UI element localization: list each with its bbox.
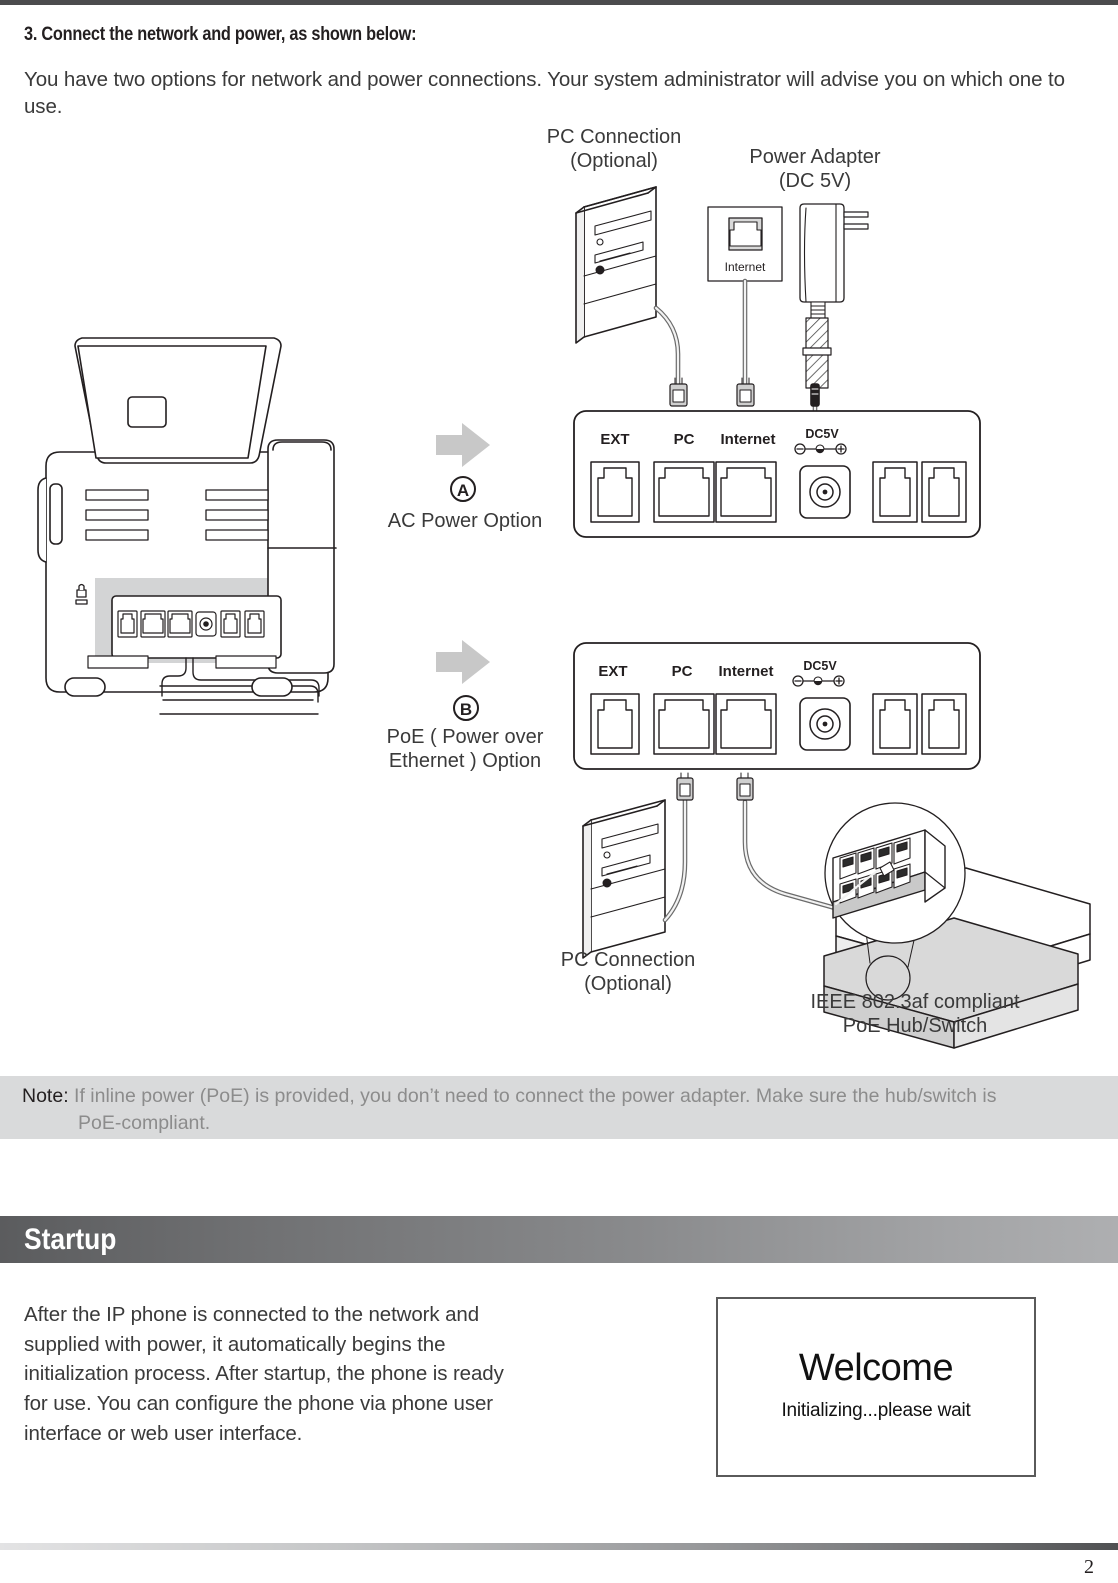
label-line-2: (DC 5V) [778, 170, 852, 193]
ip-phone-rear-illustration [37, 337, 337, 715]
note-text-line-1: If inline power (PoE) is provided, you d… [74, 1085, 997, 1107]
label-line-2: PoE Hub/Switch [842, 1015, 988, 1038]
phone-lcd-screenshot: Welcome Initializing...please wait [716, 1297, 1036, 1477]
rj-plug-internet-bottom [736, 772, 754, 801]
svg-text:PC: PC [672, 663, 693, 680]
lcd-welcome-text: Welcome [798, 1347, 954, 1389]
svg-text:Internet: Internet [720, 431, 775, 448]
label-pc-connection-bottom: PC Connection (Optional) [528, 948, 728, 997]
label-poe-option: PoE ( Power over Ethernet ) Option [355, 725, 575, 774]
label-ac-power-option: AC Power Option [365, 509, 565, 533]
label-line-1: Power Adapter [749, 146, 881, 168]
top-rule [0, 0, 1118, 5]
option-b-arrow [436, 640, 490, 684]
svg-text:A: A [457, 481, 469, 500]
svg-text:EXT: EXT [600, 431, 629, 448]
label-line-1: PoE ( Power over [386, 726, 544, 748]
label-line-2: (Optional) [570, 150, 658, 173]
intro-paragraph: You have two options for network and pow… [24, 68, 1065, 119]
section-title-startup: Startup [24, 1223, 117, 1256]
svg-text:Internet: Internet [725, 260, 766, 274]
port-panel-ac-option: EXT PC Internet DC5V [573, 410, 981, 538]
svg-text:DC5V: DC5V [805, 427, 839, 441]
note-text-line-2: PoE-compliant. [78, 1111, 211, 1134]
option-a-arrow [436, 423, 490, 467]
note-block: Note: If inline power (PoE) is provided,… [22, 1083, 1097, 1137]
footer-rule [0, 1543, 1118, 1550]
svg-text:EXT: EXT [598, 663, 627, 680]
label-line-1: PC Connection [560, 949, 696, 971]
pc-cable-bottom [662, 797, 688, 923]
section-bar-startup [0, 1216, 1118, 1263]
rj-plug-pc-bottom [676, 772, 694, 801]
note-label: Note: [22, 1085, 69, 1107]
label-line-1: PC Connection [546, 126, 682, 148]
startup-paragraph: After the IP phone is connected to the n… [24, 1303, 504, 1445]
connection-diagram: A B Internet EXT PC Internet DC5V EXT PC… [0, 118, 1118, 1068]
connection-diagram-svg: A B Internet EXT PC Internet DC5V EXT PC… [37, 186, 1091, 1049]
label-line-1: AC Power Option [387, 510, 543, 532]
label-poe-hub-switch: IEEE 802.3af compliant PoE Hub/Switch [800, 990, 1030, 1039]
label-line-1: IEEE 802.3af compliant [810, 991, 1020, 1013]
port-panel-poe-option: EXT PC Internet DC5V [573, 642, 981, 770]
svg-text:Internet: Internet [718, 663, 773, 680]
internet-wall-jack: Internet [707, 206, 783, 282]
label-line-2: (Optional) [584, 973, 672, 996]
svg-text:DC5V: DC5V [803, 659, 837, 673]
label-line-2: Ethernet ) Option [388, 750, 542, 773]
svg-text:B: B [460, 700, 472, 719]
page-number: 2 [1084, 1556, 1094, 1578]
label-pc-connection-top: PC Connection (Optional) [514, 125, 714, 174]
pc-tower-bottom-illustration [582, 799, 666, 959]
lcd-status-text: Initializing...please wait [781, 1400, 971, 1421]
svg-text:PC: PC [674, 431, 695, 448]
step-heading: 3. Connect the network and power, as sho… [24, 24, 417, 45]
label-power-adapter: Power Adapter (DC 5V) [715, 145, 915, 194]
power-adapter-illustration [799, 203, 869, 433]
ethernet-cable-to-hub [742, 799, 838, 911]
